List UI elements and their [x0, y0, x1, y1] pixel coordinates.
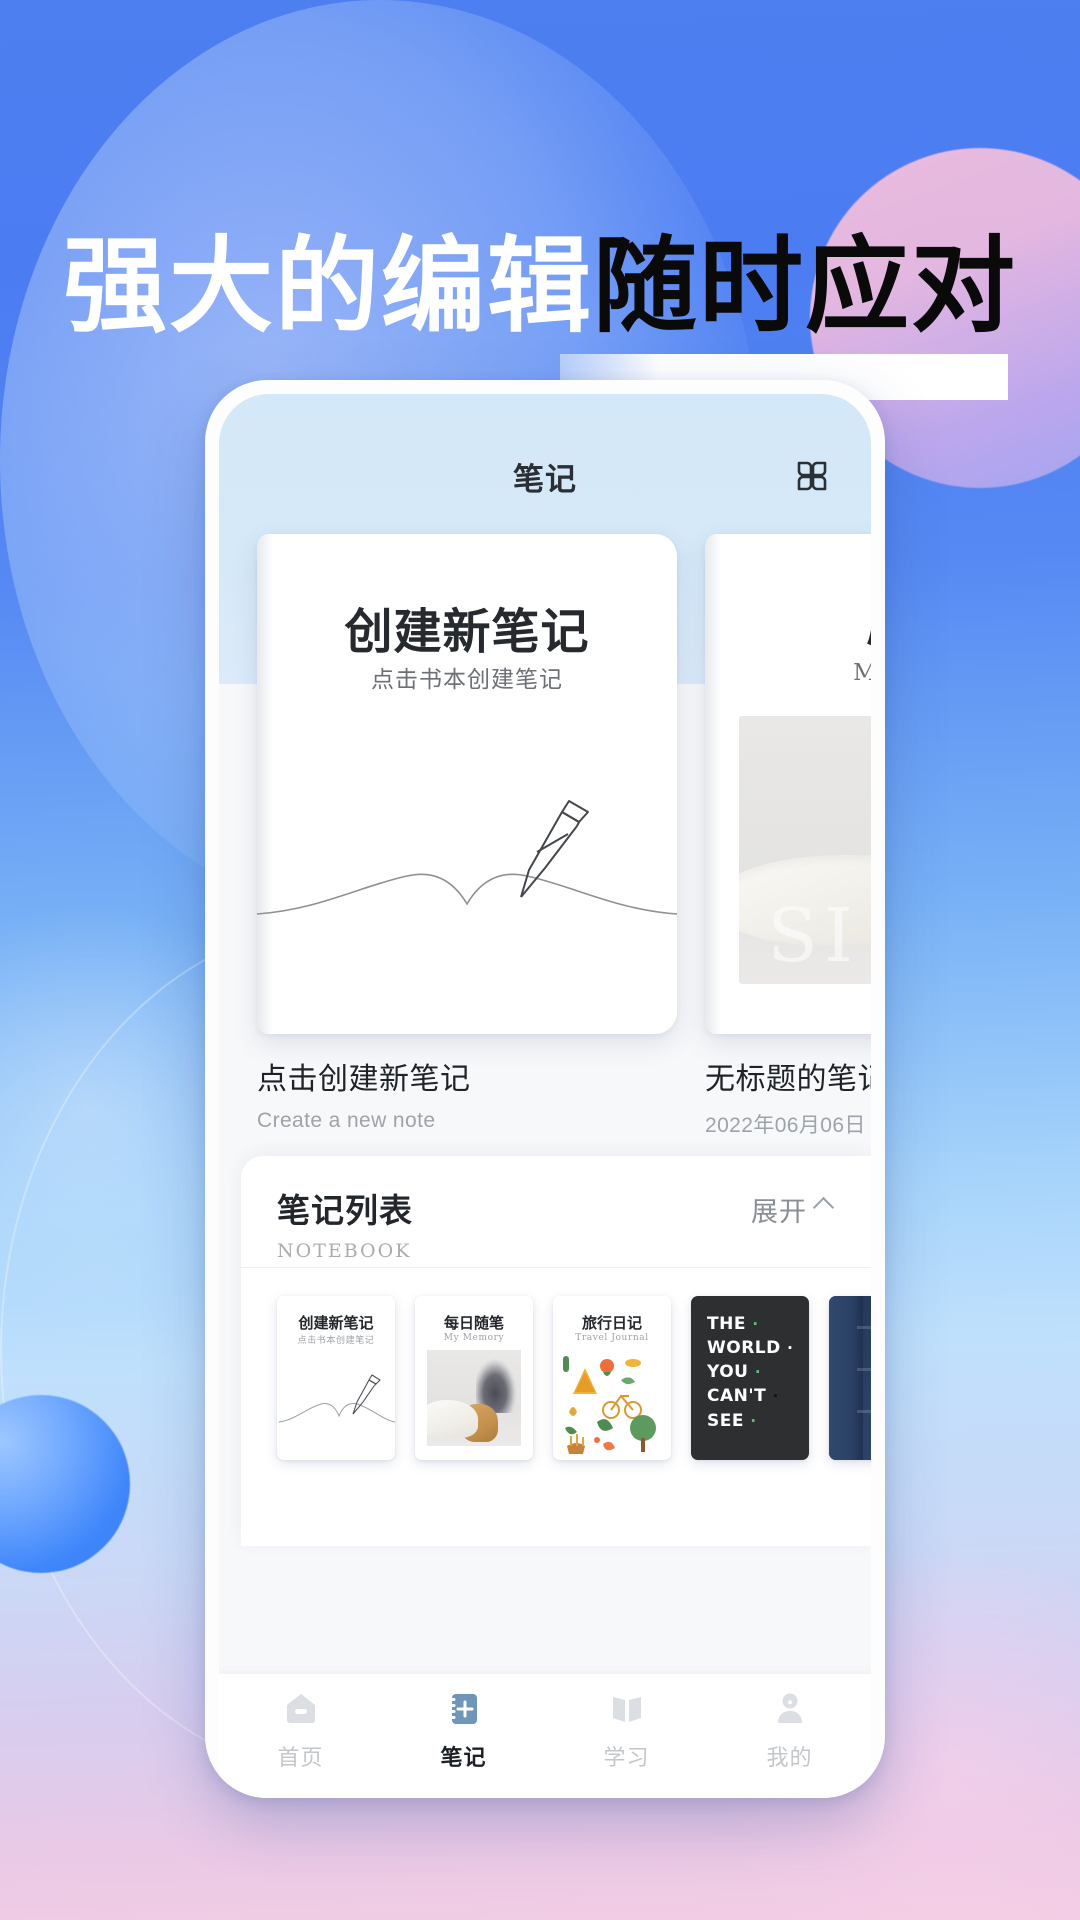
- headline-black-text: 随时应对: [593, 225, 1018, 347]
- sidebar-item-profile[interactable]: 我的: [708, 1690, 871, 1772]
- open-book-icon: [612, 1697, 641, 1722]
- notebook-spine: [829, 1296, 863, 1460]
- note-card-title: 创建新笔记: [344, 604, 590, 660]
- note-card-title: 心情: [705, 592, 871, 662]
- notebook-band: [857, 1368, 871, 1371]
- list-item[interactable]: 创建新笔记 点击书本创建笔记: [277, 1296, 395, 1460]
- notebook-band: [857, 1410, 871, 1413]
- note-carousel[interactable]: 创建新笔记 点击书本创建笔记 心情: [219, 534, 871, 1034]
- list-item[interactable]: [829, 1296, 871, 1460]
- quote-line: THE ·: [707, 1314, 759, 1334]
- caption-subtitle: 2022年06月06日: [705, 1114, 866, 1137]
- thumb-subtitle: Travel Journal: [575, 1333, 649, 1343]
- phone-mockup: 笔记 创建新笔记 点击书本创建笔记 M SI 点击创建新笔记 Create a …: [205, 380, 885, 1798]
- app-screen: 笔记 创建新笔记 点击书本创建笔记 M SI 点击创建新笔记 Create a …: [219, 394, 871, 1798]
- thumb-title: 每日随笔: [443, 1314, 504, 1332]
- home-icon: [286, 1694, 315, 1723]
- thumb-subtitle: 点击书本创建笔记: [297, 1336, 375, 1346]
- headline-text-row: 强大的编辑随时应对: [0, 234, 1080, 338]
- note-card-photo: SI: [739, 716, 871, 984]
- note-card-subtitle: 点击书本创建笔记: [371, 667, 563, 693]
- notebook-list-subtitle: NOTEBOOK: [277, 1240, 412, 1262]
- nav-label: 我的: [766, 1746, 813, 1771]
- notebook-list-panel: 笔记列表 NOTEBOOK 展开 创建新笔记 点击书本创建笔记 每日随笔 My …: [241, 1156, 871, 1546]
- nav-label: 首页: [277, 1746, 324, 1771]
- pencil-icon: [257, 800, 677, 915]
- person-icon: [777, 1693, 802, 1723]
- thumb-quote: THE · WORLD · YOU · CAN'T · SEE ·: [707, 1312, 799, 1433]
- notebook-thumbnail-strip[interactable]: 创建新笔记 点击书本创建笔记 每日随笔 My Memory 旅行日记 Trave…: [241, 1268, 871, 1514]
- quote-line: CAN'T ·: [707, 1386, 779, 1407]
- bottom-nav[interactable]: 首页 笔记 学习 我的: [219, 1674, 871, 1798]
- notebook-plus-icon: [449, 1694, 477, 1724]
- sidebar-item-notes[interactable]: 笔记: [382, 1690, 545, 1772]
- sidebar-item-study[interactable]: 学习: [545, 1690, 708, 1772]
- expand-button[interactable]: 展开: [751, 1190, 835, 1229]
- caption-title: 点击创建新笔记: [257, 1062, 471, 1097]
- thumb-subtitle: My Memory: [443, 1333, 505, 1343]
- quote-line: YOU ·: [707, 1362, 762, 1383]
- note-card-create[interactable]: 创建新笔记 点击书本创建笔记: [257, 534, 677, 1034]
- thumb-photo: [427, 1350, 521, 1446]
- promo-headline: 强大的编辑随时应对: [0, 118, 1080, 400]
- note-card-subtitle: My Memo: [853, 660, 871, 686]
- carousel-captions: 点击创建新笔记 Create a new note 无标题的笔记 2022年06…: [219, 1054, 871, 1140]
- pencil-icon: [278, 1374, 395, 1423]
- photo-sweater: [427, 1399, 478, 1439]
- photo-watermark: SI: [767, 892, 860, 979]
- list-item[interactable]: THE · WORLD · YOU · CAN'T · SEE ·: [691, 1296, 809, 1460]
- page-title: 笔记: [513, 461, 577, 498]
- caption-create: 点击创建新笔记 Create a new note: [257, 1054, 677, 1140]
- thumb-title: 旅行日记: [581, 1314, 642, 1332]
- app-header: 笔记: [219, 444, 871, 508]
- promo-screenshot: 强大的编辑随时应对 笔记 创建新笔记 点击书本创建笔记 M SI 点击创建新笔记…: [0, 0, 1080, 1920]
- grid-icon[interactable]: [795, 459, 829, 493]
- caption-subtitle: Create a new note: [257, 1109, 436, 1132]
- nav-label: 笔记: [440, 1746, 487, 1771]
- nav-label: 学习: [603, 1746, 650, 1771]
- headline-white-text: 强大的编辑: [62, 225, 593, 347]
- list-item[interactable]: 旅行日记 Travel Journal: [553, 1296, 671, 1460]
- sidebar-item-home[interactable]: 首页: [219, 1690, 382, 1772]
- caption-title: 无标题的笔记: [705, 1062, 871, 1097]
- travel-stickers-icon: [563, 1356, 656, 1454]
- note-card-mood[interactable]: 心情 My Memo SI: [705, 534, 871, 1034]
- list-item[interactable]: 每日随笔 My Memory: [415, 1296, 533, 1460]
- quote-line: WORLD ·: [707, 1338, 794, 1359]
- chevron-up-icon: [812, 1196, 835, 1219]
- notebook-band: [857, 1326, 871, 1329]
- notebook-list-header: 笔记列表 NOTEBOOK 展开: [241, 1156, 871, 1268]
- caption-mood: 无标题的笔记 2022年06月06日: [705, 1054, 871, 1140]
- thumb-title: 创建新笔记: [298, 1314, 374, 1332]
- quote-line: SEE ·: [707, 1410, 757, 1431]
- expand-label: 展开: [751, 1197, 807, 1228]
